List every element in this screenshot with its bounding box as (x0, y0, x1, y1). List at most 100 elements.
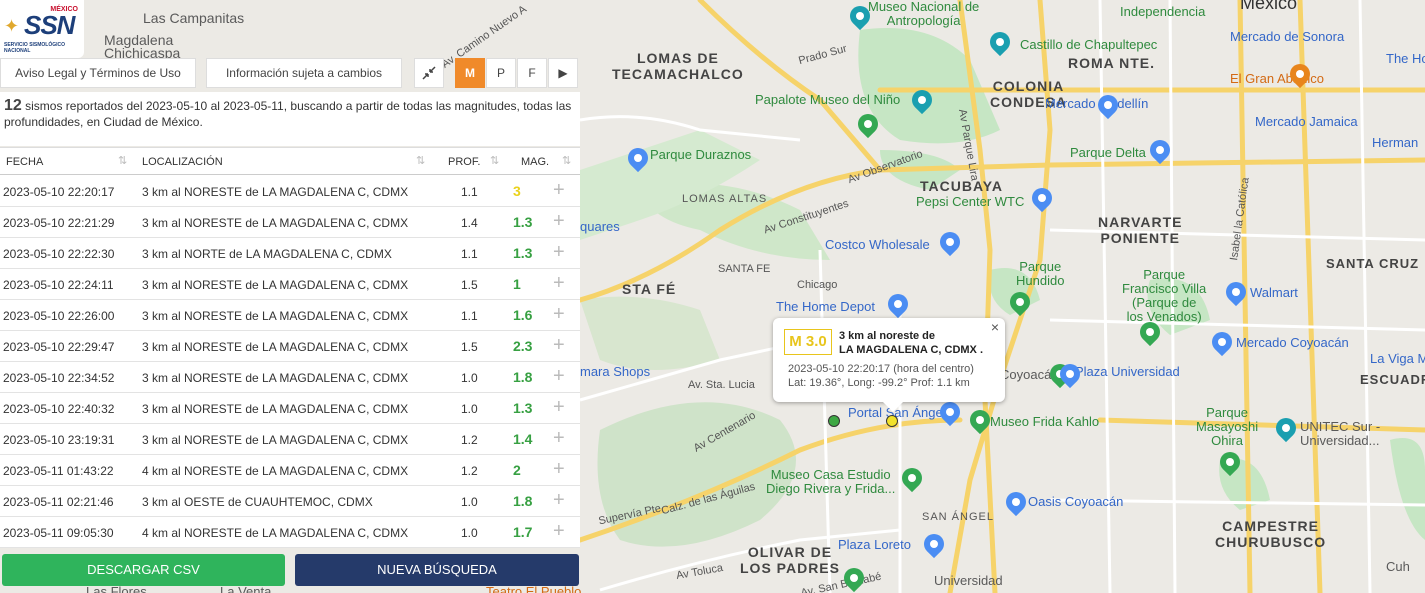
popup-coords: Lat: 19.36°, Long: -99.2° Prof: 1.1 km (788, 377, 970, 389)
map-label-chicago: Chicago (797, 279, 838, 291)
sort-icon[interactable]: ⇅ (490, 154, 499, 167)
row-date: 2023-05-10 22:34:52 (3, 371, 115, 385)
date-tab[interactable]: F (517, 58, 547, 88)
header-depth[interactable]: PROF. (448, 156, 480, 168)
expand-plus-icon[interactable]: + (553, 458, 565, 481)
row-depth: 1.0 (461, 495, 478, 509)
expand-plus-icon[interactable]: + (553, 334, 565, 357)
map-label-oasis: Oasis Coyoacán (1028, 494, 1124, 509)
row-magnitude: 2 (513, 462, 521, 478)
results-summary: 12 sismos reportados del 2023-05-10 al 2… (0, 92, 580, 146)
map-label-masayoshi: Parque Masayoshi Ohira (1196, 405, 1259, 448)
table-row[interactable]: 2023-05-10 22:21:29 3 km al NORESTE de LA… (0, 207, 580, 238)
download-csv-button[interactable]: DESCARGAR CSV (2, 554, 285, 586)
expand-plus-icon[interactable]: + (553, 427, 565, 450)
row-location: 3 km al NORESTE de LA MAGDALENA C, CDMX (142, 309, 409, 323)
map-label-duraznos: Parque Duraznos (650, 147, 752, 162)
table-row[interactable]: 2023-05-10 22:34:52 3 km al NORESTE de LA… (0, 362, 580, 393)
table-row[interactable]: 2023-05-10 22:24:11 3 km al NORESTE de LA… (0, 269, 580, 300)
row-location: 3 km al NORESTE de LA MAGDALENA C, CDMX (142, 216, 409, 230)
close-icon[interactable]: × (991, 319, 999, 335)
row-magnitude: 1.4 (513, 431, 533, 447)
row-depth: 1.5 (461, 278, 478, 292)
header-magnitude[interactable]: MAG. (521, 156, 549, 168)
earthquake-marker[interactable] (828, 415, 840, 427)
map-label-castillo: Castillo de Chapultepec (1020, 37, 1158, 52)
map-label-independencia: Independencia (1120, 4, 1206, 19)
map-label-jamaica: Mercado Jamaica (1255, 114, 1358, 129)
map-label-museo-casa: Museo Casa Estudio Diego Rivera y Frida.… (766, 467, 896, 496)
header-location[interactable]: LOCALIZACIÓN (142, 156, 223, 168)
map-label-lomas: LOMAS DE TECAMACHALCO (612, 50, 744, 82)
map-label-squares: quares (580, 219, 620, 234)
map-label-delta: Parque Delta (1070, 145, 1146, 160)
map-label-universidad: Universidad (934, 573, 1003, 588)
map-label-san-angel: SAN ÁNGEL (922, 511, 994, 523)
expand-plus-icon[interactable]: + (553, 396, 565, 419)
expand-plus-icon[interactable]: + (553, 489, 565, 512)
magnitude-tab[interactable]: M (455, 58, 485, 88)
table-row[interactable]: 2023-05-10 22:40:32 3 km al NORESTE de LA… (0, 393, 580, 424)
notice-button[interactable]: Información sujeta a cambios (206, 58, 402, 88)
row-date: 2023-05-10 22:40:32 (3, 402, 115, 416)
map-label-la-viga: La Viga M (1370, 351, 1425, 366)
table-row[interactable]: 2023-05-11 09:05:30 4 km al NORESTE de LA… (0, 517, 580, 548)
row-location: 4 km al NORESTE de LA MAGDALENA C, CDMX (142, 526, 409, 540)
table-row[interactable]: 2023-05-10 22:26:00 3 km al NORESTE de LA… (0, 300, 580, 331)
map-label-herman: Herman (1372, 135, 1419, 150)
popup-time: 2023-05-10 22:20:17 (hora del centro) (788, 363, 974, 375)
legal-button[interactable]: Aviso Legal y Términos de Uso (0, 58, 196, 88)
earthquake-marker-selected[interactable] (886, 415, 898, 427)
map-label-sta-lucia: Av. Sta. Lucia (688, 379, 755, 391)
row-location: 3 km al NORESTE de LA MAGDALENA C, CDMX (142, 371, 409, 385)
new-search-button[interactable]: NUEVA BÚSQUEDA (295, 554, 579, 586)
table-row[interactable]: 2023-05-11 02:21:46 3 km al OESTE de CUAU… (0, 486, 580, 517)
row-depth: 1.5 (461, 340, 478, 354)
row-location: 3 km al OESTE de CUAUHTEMOC, CDMX (142, 495, 373, 509)
row-magnitude: 1.8 (513, 493, 533, 509)
expand-plus-icon[interactable]: + (553, 210, 565, 233)
map-label-plaza-loreto: Plaza Loreto (838, 537, 911, 552)
results-count: 12 (4, 97, 22, 114)
map-label-narvarte: NARVARTE PONIENTE (1098, 214, 1183, 246)
map-label-olivar: OLIVAR DE LOS PADRES (740, 544, 840, 576)
row-date: 2023-05-10 22:29:47 (3, 340, 115, 354)
sort-icon[interactable]: ⇅ (118, 154, 127, 167)
expand-plus-icon[interactable]: + (553, 303, 565, 326)
table-row[interactable]: 2023-05-10 23:19:31 3 km al NORESTE de LA… (0, 424, 580, 455)
expand-plus-icon[interactable]: + (553, 272, 565, 295)
row-magnitude: 1 (513, 276, 521, 292)
sort-icon[interactable]: ⇅ (416, 154, 425, 167)
map-label-hundido: Parque Hundido (1016, 259, 1065, 288)
table-row[interactable]: 2023-05-10 22:20:17 3 km al NORESTE de LA… (0, 176, 580, 207)
expand-plus-icon[interactable]: + (553, 241, 565, 264)
map-label-mercado-coyoacan: Mercado Coyoacán (1236, 335, 1349, 350)
expand-plus-icon[interactable]: + (553, 520, 565, 543)
map-label-walmart: Walmart (1250, 285, 1298, 300)
row-location: 3 km al NORESTE de LA MAGDALENA C, CDMX (142, 402, 409, 416)
map-label-papalote: Papalote Museo del Niño (755, 92, 901, 107)
header-date[interactable]: FECHA (6, 156, 43, 168)
expand-plus-icon[interactable]: + (553, 365, 565, 388)
expand-plus-icon[interactable]: + (553, 179, 565, 202)
play-icon[interactable]: ▶ (548, 58, 578, 88)
row-depth: 1.2 (461, 433, 478, 447)
depth-tab[interactable]: P (486, 58, 516, 88)
popup-info: 2023-05-10 22:20:17 (hora del centro) La… (788, 362, 974, 390)
row-date: 2023-05-10 22:24:11 (3, 278, 114, 292)
map-label-home-depot: The Home Depot (776, 299, 875, 314)
row-date: 2023-05-10 22:22:30 (3, 247, 115, 261)
row-depth: 1.0 (461, 371, 478, 385)
map-label-santa-cruz: SANTA CRUZ (1326, 256, 1420, 271)
map-label-sta-fe: STA FÉ (622, 281, 677, 297)
map-label-roma: ROMA NTE. (1068, 55, 1156, 71)
collapse-icon[interactable] (414, 58, 444, 88)
table-row[interactable]: 2023-05-11 01:43:22 4 km al NORESTE de LA… (0, 455, 580, 486)
row-magnitude: 1.6 (513, 307, 533, 323)
earthquake-table: FECHA ⇅ LOCALIZACIÓN ⇅ PROF. ⇅ MAG. ⇅ 20… (0, 147, 580, 548)
results-panel: ✦ MÉXICO SSN SERVICIO SISMOLÓGICO NACION… (0, 0, 580, 593)
table-row[interactable]: 2023-05-10 22:29:47 3 km al NORESTE de LA… (0, 331, 580, 362)
sort-icon[interactable]: ⇅ (562, 154, 571, 167)
table-row[interactable]: 2023-05-10 22:22:30 3 km al NORTE de LA M… (0, 238, 580, 269)
row-location: 3 km al NORTE de LA MAGDALENA C, CDMX (142, 247, 392, 261)
